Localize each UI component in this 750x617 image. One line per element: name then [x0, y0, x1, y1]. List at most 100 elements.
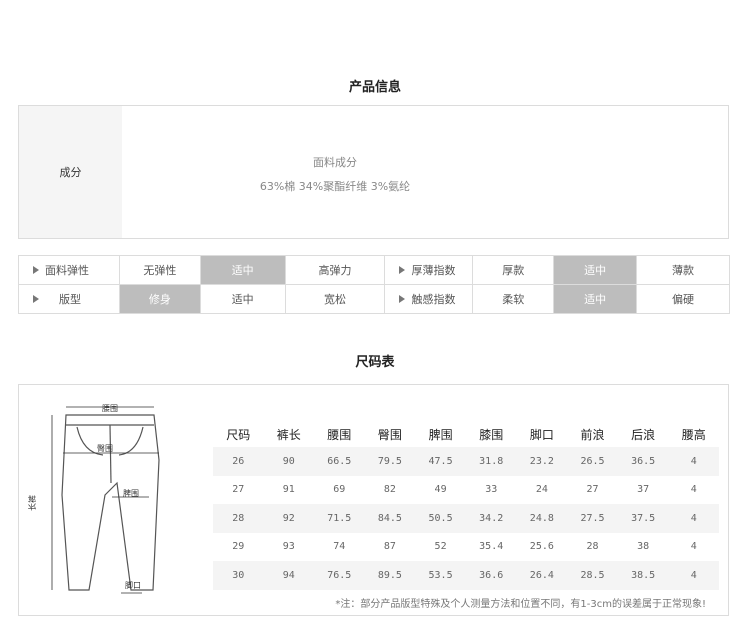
attr-option: 柔软 [472, 284, 555, 314]
composition-body: 面料成分 63%棉 34%聚酯纤维 3%氨纶 [122, 106, 728, 238]
cell: 37 [637, 484, 650, 496]
size-table-header: 尺码 裤长 腰围 臀围 脾围 膝围 脚口 前浪 后浪 腰高 [213, 421, 719, 447]
pants-measurement-diagram: 腰围 臀围 脾围 长裤 脚口 [27, 404, 160, 594]
header-cell: 脚口 [529, 427, 554, 442]
triangle-right-icon [399, 266, 406, 274]
size-chart-title: 尺码表 [355, 355, 395, 370]
cell: 36.5 [617, 447, 669, 476]
cell: 34.2 [465, 504, 517, 533]
cell: 82 [383, 484, 396, 496]
diagram-waist-label: 腰围 [102, 404, 118, 413]
size-chart-block: 腰围 臀围 脾围 长裤 脚口 尺码 裤长 腰围 臀围 脾围 膝围 脚口 前浪 后… [18, 384, 729, 616]
attr-option: 薄款 [636, 255, 730, 285]
cell: 38 [637, 541, 650, 553]
cell: 90 [263, 447, 314, 476]
measurement-note: *注：部分产品版型特殊及个人测量方法和位置不同，有1-3cm的误差属于正常现象! [335, 599, 706, 610]
table-row: 29 93 74 87 52 35.4 25.6 28 38 4 [213, 533, 719, 562]
attr-option-selected: 适中 [553, 284, 638, 314]
cell: 30 [213, 561, 264, 590]
cell: 26.5 [567, 447, 618, 476]
cell: 25.6 [529, 541, 554, 553]
cell: 29 [232, 541, 245, 553]
attr-option: 无弹性 [118, 255, 201, 285]
cell: 27.5 [567, 504, 618, 533]
diagram-hip-label: 臀围 [97, 444, 113, 453]
cell: 37.5 [617, 504, 669, 533]
cell: 89.5 [364, 561, 416, 590]
cell: 36.6 [465, 561, 517, 590]
header-cell: 裤长 [276, 427, 301, 442]
attr-option-selected: 适中 [199, 255, 286, 285]
attr-option: 高弹力 [284, 255, 386, 285]
attr-option: 宽松 [284, 284, 386, 314]
cell: 92 [263, 504, 314, 533]
cell: 94 [263, 561, 314, 590]
cell: 69 [333, 484, 346, 496]
cell: 28 [213, 504, 264, 533]
attr-option-selected: 适中 [553, 255, 638, 285]
cell: 24.8 [516, 504, 568, 533]
header-cell: 膝围 [479, 427, 504, 442]
table-row: 27 91 69 82 49 33 24 27 37 4 [213, 476, 719, 505]
cell: 24 [535, 484, 548, 496]
fabric-composition-value: 63%棉 34%聚酯纤维 3%氨纶 [259, 180, 411, 193]
table-row: 30 94 76.5 89.5 53.5 36.6 26.4 28.5 38.5 4 [213, 561, 719, 590]
cell: 23.2 [516, 447, 568, 476]
table-row: 28 92 71.5 84.5 50.5 34.2 24.8 27.5 37.5 4 [213, 504, 719, 533]
triangle-right-icon [399, 295, 406, 303]
cell: 91 [282, 484, 295, 496]
triangle-right-icon [33, 266, 39, 274]
size-table: 尺码 裤长 腰围 臀围 脾围 膝围 脚口 前浪 后浪 腰高 26 90 66.5 79… [213, 421, 719, 590]
attr-option: 偏硬 [636, 284, 730, 314]
cell: 4 [690, 484, 697, 496]
composition-label: 成分 [19, 106, 122, 238]
cell: 26 [213, 447, 264, 476]
cell: 35.4 [479, 541, 504, 553]
cell: 27 [586, 484, 599, 496]
header-cell: 尺码 [226, 427, 251, 442]
attr-label-touch: 触感指数 [384, 284, 474, 314]
fabric-composition-heading: 面料成分 [313, 156, 357, 169]
attribute-row: 版型 修身 适中 宽松 触感指数 柔软 适中 偏硬 [18, 284, 730, 314]
attr-option: 厚款 [472, 255, 555, 285]
cell: 4 [668, 504, 719, 533]
cell: 4 [690, 541, 697, 553]
diagram-thigh-label: 脾围 [123, 488, 139, 498]
diagram-length-label: 长裤 [27, 495, 37, 511]
header-cell: 前浪 [580, 427, 605, 442]
cell: 76.5 [313, 561, 365, 590]
cell: 38.5 [617, 561, 669, 590]
cell: 28 [586, 541, 599, 553]
header-cell: 后浪 [631, 427, 656, 442]
cell: 93 [282, 541, 295, 553]
cell: 33 [485, 484, 498, 496]
cell: 53.5 [415, 561, 466, 590]
cell: 27 [232, 484, 245, 496]
cell: 26.4 [516, 561, 568, 590]
cell: 66.5 [313, 447, 365, 476]
cell: 28.5 [567, 561, 618, 590]
attribute-table: 面料弹性 无弹性 适中 高弹力 厚薄指数 厚款 适中 薄款 版型 修身 适中 宽… [18, 255, 730, 314]
cell: 74 [333, 541, 346, 553]
cell: 87 [383, 541, 396, 553]
header-cell: 腰围 [327, 427, 352, 442]
cell: 4 [668, 447, 719, 476]
header-cell: 脾围 [428, 427, 453, 442]
attr-label-elasticity: 面料弹性 [18, 255, 120, 285]
diagram-hem-label: 脚口 [125, 580, 141, 590]
cell: 31.8 [465, 447, 517, 476]
attr-label-fit: 版型 [18, 284, 120, 314]
header-cell: 臀围 [377, 427, 402, 442]
cell: 49 [434, 484, 447, 496]
product-info-block: 成分 面料成分 63%棉 34%聚酯纤维 3%氨纶 [18, 105, 729, 239]
cell: 50.5 [415, 504, 466, 533]
attr-option: 适中 [199, 284, 286, 314]
attr-option-selected: 修身 [118, 284, 201, 314]
product-info-title: 产品信息 [348, 80, 401, 95]
cell: 79.5 [364, 447, 416, 476]
triangle-right-icon [33, 295, 39, 303]
cell: 47.5 [415, 447, 466, 476]
cell: 84.5 [364, 504, 416, 533]
attr-label-thickness: 厚薄指数 [384, 255, 474, 285]
cell: 52 [434, 541, 447, 553]
